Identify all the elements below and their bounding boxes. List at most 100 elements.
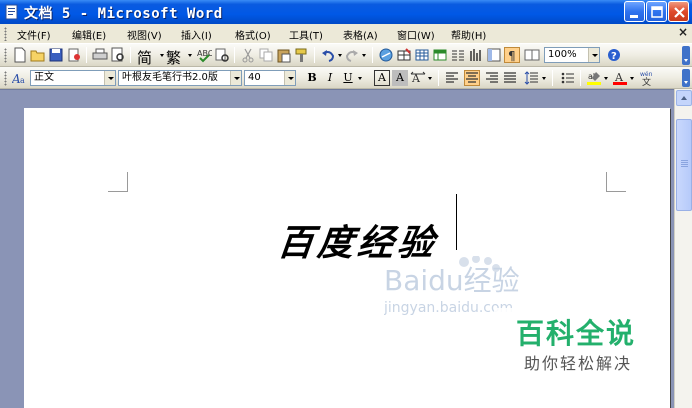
toolbar-options-icon[interactable] <box>682 46 690 65</box>
separator <box>86 47 87 63</box>
align-center-icon[interactable] <box>464 70 480 86</box>
style-dropdown-arrow[interactable] <box>104 71 115 85</box>
copy-icon[interactable] <box>258 47 274 63</box>
menu-view[interactable]: 视图(V) <box>127 27 162 42</box>
word-window: 文档 5 - Microsoft Word 文件(F) 编辑(E) 视图(V) … <box>0 0 692 408</box>
font-size-dropdown-arrow[interactable] <box>284 71 295 85</box>
baike-title: 百科全说 <box>516 317 637 350</box>
vertical-scrollbar[interactable] <box>674 89 692 408</box>
save-icon[interactable] <box>48 47 64 63</box>
line-spacing-icon[interactable] <box>524 70 540 86</box>
traditional-dropdown-arrow[interactable] <box>188 54 192 57</box>
svg-text:ABC: ABC <box>197 49 212 58</box>
redo-dropdown-arrow[interactable] <box>362 54 366 57</box>
baidu-jingyan-watermark: Baidu经验 jingyan.baidu.com <box>384 256 520 316</box>
open-icon[interactable] <box>30 47 46 63</box>
baike-subtitle: 助你轻松解决 <box>524 354 633 373</box>
maximize-button[interactable] <box>646 1 667 22</box>
redo-icon[interactable] <box>344 47 360 63</box>
font-select[interactable]: 叶根友毛笔行书2.0版 <box>118 70 242 86</box>
style-select[interactable]: 正文 <box>30 70 116 86</box>
phonetic-guide-icon[interactable]: wén 文 <box>640 70 656 86</box>
menu-format[interactable]: 格式(O) <box>235 27 271 42</box>
spelling-icon[interactable]: ABC <box>196 47 212 63</box>
menu-bar: 文件(F) 编辑(E) 视图(V) 插入(I) 格式(O) 工具(T) 表格(A… <box>0 24 692 44</box>
menu-file[interactable]: 文件(F) <box>17 27 51 42</box>
close-button[interactable] <box>668 1 689 22</box>
char-shading-button[interactable]: A <box>392 70 408 86</box>
menu-tools[interactable]: 工具(T) <box>289 27 323 42</box>
menu-edit[interactable]: 编辑(E) <box>72 27 106 42</box>
simplified-dropdown-arrow[interactable] <box>160 54 164 57</box>
zoom-dropdown-arrow[interactable] <box>588 48 599 62</box>
char-border-button[interactable]: A <box>374 70 390 86</box>
separator <box>580 70 581 86</box>
toolbar-grip[interactable] <box>4 71 7 86</box>
font-dropdown-arrow[interactable] <box>230 71 241 85</box>
title-bar[interactable]: 文档 5 - Microsoft Word <box>0 0 692 24</box>
undo-dropdown-arrow[interactable] <box>338 54 342 57</box>
format-painter-icon[interactable] <box>294 47 310 63</box>
menu-insert[interactable]: 插入(I) <box>181 27 212 42</box>
cut-icon[interactable] <box>240 47 256 63</box>
styles-formatting-icon[interactable]: Aa <box>12 70 28 86</box>
undo-icon[interactable] <box>320 47 336 63</box>
align-right-icon[interactable] <box>484 70 500 86</box>
menu-help[interactable]: 帮助(H) <box>451 27 486 42</box>
separator <box>372 47 373 63</box>
separator <box>314 47 315 63</box>
permission-icon[interactable] <box>66 47 82 63</box>
traditional-convert-icon[interactable]: 繁 <box>166 47 188 67</box>
close-document-icon[interactable]: × <box>678 25 688 39</box>
menu-table[interactable]: 表格(A) <box>343 27 378 42</box>
justify-icon[interactable] <box>502 70 518 86</box>
paste-icon[interactable] <box>276 47 292 63</box>
show-hide-icon[interactable]: ¶ <box>504 47 520 63</box>
underline-button[interactable]: U <box>340 70 356 86</box>
line-spacing-dropdown-arrow[interactable] <box>542 77 546 80</box>
minimize-button[interactable] <box>624 1 645 22</box>
simplified-convert-icon[interactable]: 简 <box>137 47 159 67</box>
word-doc-icon[interactable] <box>4 4 20 20</box>
align-left-icon[interactable] <box>444 70 460 86</box>
print-preview-icon[interactable] <box>110 47 126 63</box>
font-value: 叶根友毛笔行书2.0版 <box>122 72 218 83</box>
separator <box>234 47 235 63</box>
font-color-dropdown-arrow[interactable] <box>630 77 634 80</box>
zoom-select[interactable]: 100% <box>544 47 600 63</box>
drawing-icon[interactable] <box>468 47 484 63</box>
separator <box>438 70 439 86</box>
menubar-grip[interactable] <box>4 27 7 41</box>
highlight-icon[interactable]: ab <box>586 70 602 86</box>
columns-icon[interactable] <box>450 47 466 63</box>
help-icon[interactable]: ? <box>606 47 622 63</box>
italic-button[interactable]: I <box>322 70 338 86</box>
hyperlink-icon[interactable] <box>378 47 394 63</box>
bold-button[interactable]: B <box>304 70 320 86</box>
scroll-up-icon[interactable] <box>676 90 692 106</box>
minimize-icon <box>630 15 638 18</box>
print-icon[interactable] <box>92 47 108 63</box>
svg-text:a: a <box>20 76 25 85</box>
tables-borders-icon[interactable] <box>396 47 412 63</box>
research-icon[interactable] <box>214 47 230 63</box>
font-color-icon[interactable]: A <box>612 70 628 86</box>
menu-window[interactable]: 窗口(W) <box>397 27 435 42</box>
char-scaling-icon[interactable]: A <box>410 70 426 86</box>
font-size-select[interactable]: 40 <box>244 70 296 86</box>
bullets-icon[interactable] <box>560 70 576 86</box>
document-map-icon[interactable] <box>486 47 502 63</box>
scroll-thumb[interactable] <box>676 119 692 211</box>
toolbar-options-icon[interactable] <box>682 69 690 87</box>
char-scaling-dropdown-arrow[interactable] <box>428 77 432 80</box>
toolbar-grip[interactable] <box>4 48 7 63</box>
reading-layout-icon[interactable] <box>524 47 540 63</box>
svg-text:wén: wén <box>640 71 653 78</box>
highlight-dropdown-arrow[interactable] <box>604 77 608 80</box>
zoom-value: 100% <box>548 49 577 60</box>
insert-table-icon[interactable] <box>414 47 430 63</box>
separator <box>130 47 131 63</box>
insert-excel-icon[interactable] <box>432 47 448 63</box>
underline-dropdown-arrow[interactable] <box>358 77 362 80</box>
new-icon[interactable] <box>12 47 28 63</box>
